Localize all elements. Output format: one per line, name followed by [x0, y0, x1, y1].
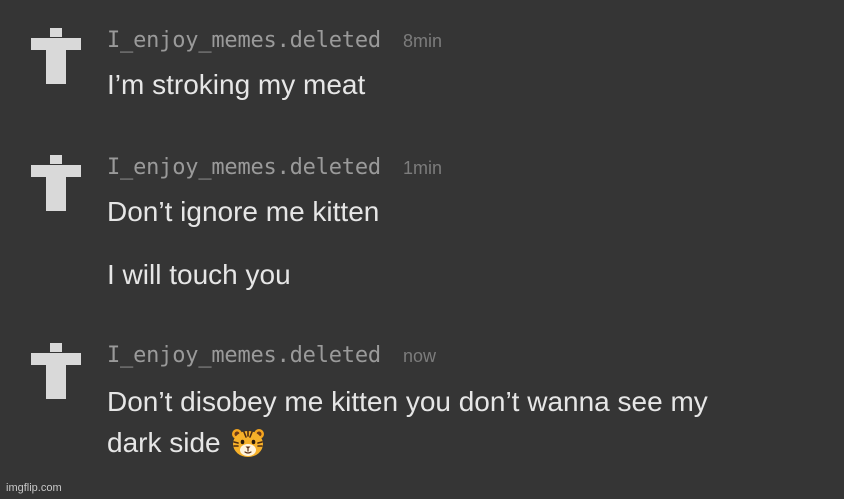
message-header: I_enjoy_memes.deleted now: [107, 343, 436, 371]
message-header: I_enjoy_memes.deleted 1min: [107, 155, 442, 183]
message-text: I will touch you: [107, 259, 291, 290]
default-avatar-icon: [31, 155, 81, 211]
watermark: imgflip.com: [6, 482, 62, 494]
avatar[interactable]: [31, 28, 81, 84]
username[interactable]: I_enjoy_memes.deleted: [107, 28, 381, 53]
message-header: I_enjoy_memes.deleted 8min: [107, 28, 442, 56]
timestamp: now: [402, 346, 436, 366]
message-text: dark side: [107, 426, 265, 466]
tiger-face-icon: [231, 428, 265, 466]
username[interactable]: I_enjoy_memes.deleted: [107, 155, 381, 180]
username[interactable]: I_enjoy_memes.deleted: [107, 343, 381, 368]
default-avatar-icon: [31, 28, 81, 84]
default-avatar-icon: [31, 343, 81, 399]
message-text-fragment: dark side: [107, 427, 221, 458]
avatar[interactable]: [31, 343, 81, 399]
timestamp: 8min: [402, 31, 442, 51]
message-text: Don’t disobey me kitten you don’t wanna …: [107, 386, 708, 417]
timestamp: 1min: [402, 158, 442, 178]
chat-log: I_enjoy_memes.deleted 8min I’m stroking m…: [0, 0, 844, 499]
avatar[interactable]: [31, 155, 81, 211]
message-text: Don’t ignore me kitten: [107, 196, 380, 227]
message-text: I’m stroking my meat: [107, 69, 366, 100]
